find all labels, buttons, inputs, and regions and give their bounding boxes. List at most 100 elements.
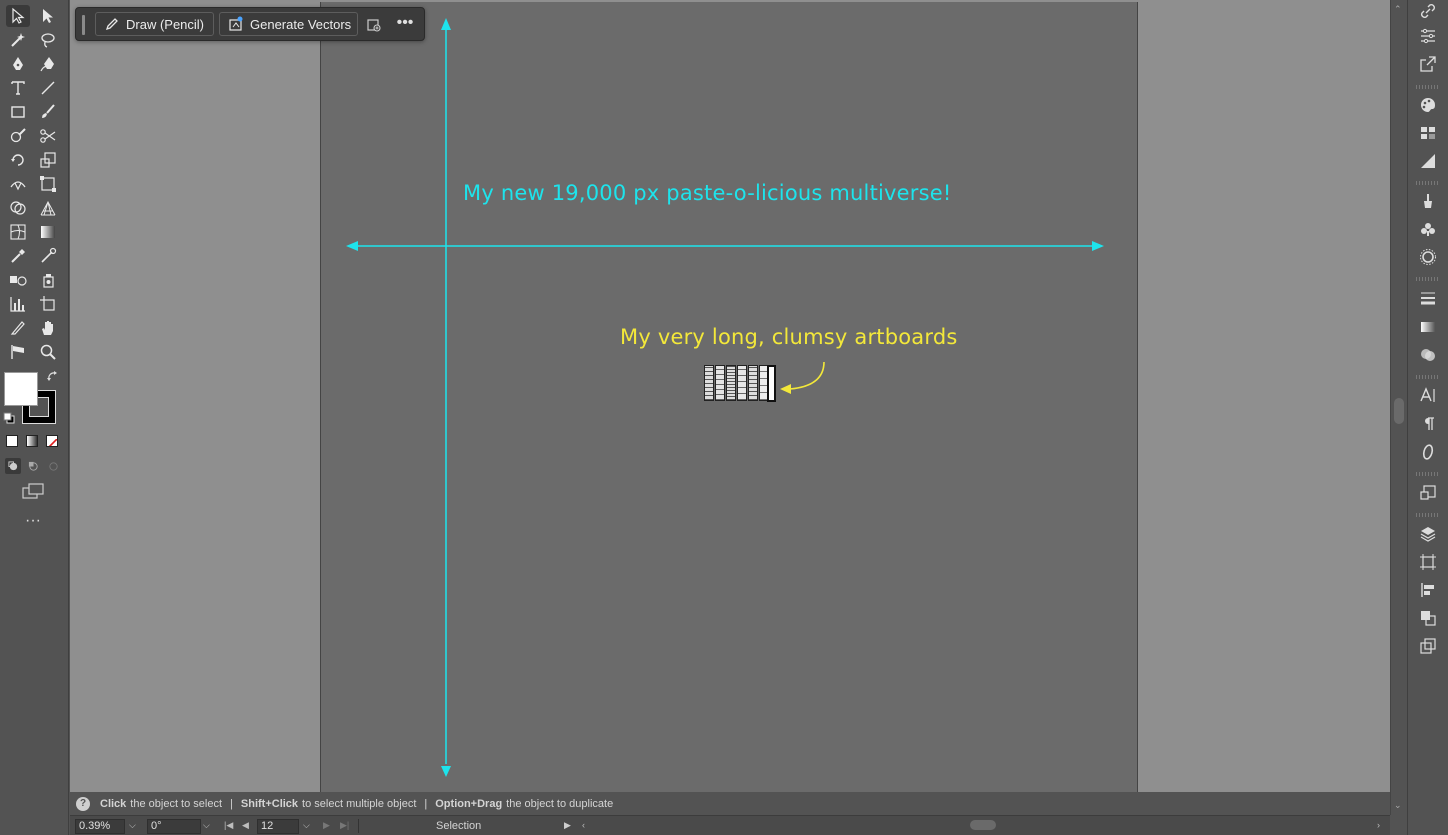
slice-icon[interactable] [6, 317, 30, 339]
current-tool-label[interactable]: Selection [436, 820, 481, 832]
blend-icon[interactable] [6, 269, 30, 291]
contextual-task-bar: Draw (Pencil) Generate Vectors ••• [75, 7, 425, 41]
previous-artboard-icon[interactable]: ◀ [242, 820, 249, 831]
generate-vectors-icon [228, 16, 244, 32]
color-icon[interactable] [1417, 94, 1439, 116]
status-hint-bar: ? Click the object to select | Shift+Cli… [70, 793, 1390, 815]
pen-icon[interactable] [6, 53, 30, 75]
line-segment-icon[interactable] [36, 77, 60, 99]
panel-dock [1407, 0, 1448, 835]
panel-group-grip[interactable] [1416, 472, 1440, 476]
gradient-mode-icon[interactable] [26, 435, 38, 447]
more-tools-icon[interactable]: ··· [20, 513, 46, 530]
scroll-up-icon[interactable]: ⌃ [1394, 4, 1402, 15]
canvas-area[interactable]: My new 19,000 px paste-o-licious multive… [70, 0, 1390, 792]
scroll-down-icon[interactable]: ⌄ [1394, 800, 1402, 811]
curvature-icon[interactable] [36, 53, 60, 75]
align-icon[interactable] [1417, 579, 1439, 601]
stroke-icon[interactable] [1417, 287, 1439, 309]
links-icon[interactable] [1417, 0, 1439, 22]
generate-vectors-button[interactable]: Generate Vectors [219, 12, 358, 36]
type-icon[interactable] [6, 77, 30, 99]
draw-pencil-button[interactable]: Draw (Pencil) [95, 12, 214, 36]
status-menu-icon[interactable]: ▶ [564, 820, 571, 831]
direct-selection-tool-icon[interactable] [36, 5, 60, 27]
draw-inside-icon[interactable] [45, 458, 61, 474]
default-colors-icon[interactable] [3, 411, 15, 424]
artboard-number-field[interactable]: 12 [257, 819, 299, 834]
generate-vectors-label: Generate Vectors [250, 16, 352, 32]
shaper-icon[interactable] [6, 125, 30, 147]
panel-group-grip[interactable] [1416, 513, 1440, 517]
artboard-thumbnails[interactable] [704, 365, 776, 402]
paintbrush-icon[interactable] [36, 101, 60, 123]
transform-icon[interactable] [1417, 635, 1439, 657]
magic-wand-icon[interactable] [6, 29, 30, 51]
mesh-icon[interactable] [6, 221, 30, 243]
character-icon[interactable] [1417, 384, 1439, 406]
scale-icon[interactable] [36, 149, 60, 171]
column-graph-icon[interactable] [6, 293, 30, 315]
multiverse-annotation[interactable]: My new 19,000 px paste-o-licious multive… [463, 181, 952, 205]
more-options-icon[interactable]: ••• [394, 14, 416, 34]
width-icon[interactable] [6, 173, 30, 195]
panel-group-grip[interactable] [1416, 85, 1440, 89]
symbol-sprayer-icon[interactable] [36, 269, 60, 291]
asset-export-icon[interactable] [1417, 482, 1439, 504]
vertical-scrollbar[interactable]: ⌃ ⌄ [1390, 0, 1406, 815]
swatches-icon[interactable] [1417, 122, 1439, 144]
export-icon[interactable] [1417, 53, 1439, 75]
panel-group-grip[interactable] [1416, 375, 1440, 379]
panel-group-grip[interactable] [1416, 181, 1440, 185]
help-icon[interactable]: ? [76, 797, 90, 811]
brushes-icon[interactable] [1417, 190, 1439, 212]
symbols-icon[interactable] [1417, 218, 1439, 240]
horizontal-scroll-thumb[interactable] [970, 820, 996, 830]
puppet-warp-icon[interactable] [6, 341, 30, 363]
scissors-icon[interactable] [36, 125, 60, 147]
swap-colors-icon[interactable] [46, 370, 60, 384]
panel-group-grip[interactable] [1416, 277, 1440, 281]
hand-icon[interactable] [36, 317, 60, 339]
draw-behind-icon[interactable] [25, 458, 41, 474]
first-artboard-icon[interactable]: |◀ [224, 820, 233, 831]
gradient-panel-icon[interactable] [1417, 316, 1439, 338]
selection-tool-icon[interactable] [6, 5, 30, 27]
zoom-dropdown-icon[interactable]: ⌵ [129, 820, 136, 831]
draw-normal-icon[interactable] [5, 458, 21, 474]
eyedropper-icon[interactable] [6, 245, 30, 267]
pathfinder-icon[interactable] [1417, 607, 1439, 629]
free-transform-icon[interactable] [36, 173, 60, 195]
properties-icon[interactable] [1417, 25, 1439, 47]
none-mode-icon[interactable] [46, 435, 58, 447]
graphic-styles-icon[interactable] [1417, 246, 1439, 268]
measure-icon[interactable] [36, 245, 60, 267]
rotate-icon[interactable] [6, 149, 30, 171]
scroll-right-icon[interactable]: › [1377, 820, 1380, 830]
transparency-icon[interactable] [1417, 344, 1439, 366]
artboards-annotation[interactable]: My very long, clumsy artboards [620, 325, 958, 349]
lasso-icon[interactable] [36, 29, 60, 51]
perspective-grid-icon[interactable] [36, 197, 60, 219]
rotation-field[interactable]: 0° [147, 819, 201, 834]
artboards-icon[interactable] [1417, 551, 1439, 573]
zoom-icon[interactable] [36, 341, 60, 363]
task-bar-extra-icon[interactable] [366, 17, 382, 33]
task-bar-grip[interactable] [82, 15, 85, 35]
artboard-dropdown-icon[interactable]: ⌵ [303, 820, 310, 831]
screen-mode-icon[interactable] [22, 482, 44, 500]
rotation-dropdown-icon[interactable]: ⌵ [203, 820, 210, 831]
color-mode-icon[interactable] [6, 435, 18, 447]
rectangle-icon[interactable] [6, 101, 30, 123]
paragraph-icon[interactable] [1417, 413, 1439, 435]
shape-builder-icon[interactable] [6, 197, 30, 219]
zoom-field[interactable]: 0.39% [75, 819, 125, 834]
color-guide-icon[interactable] [1417, 150, 1439, 172]
layers-icon[interactable] [1417, 523, 1439, 545]
gradient-icon[interactable] [36, 221, 60, 243]
artboard-icon[interactable] [36, 293, 60, 315]
fill-swatch-front[interactable] [4, 372, 38, 406]
opentype-icon[interactable] [1417, 441, 1439, 463]
scroll-left-icon[interactable]: ‹ [582, 820, 585, 830]
vertical-scroll-thumb[interactable] [1394, 398, 1404, 424]
